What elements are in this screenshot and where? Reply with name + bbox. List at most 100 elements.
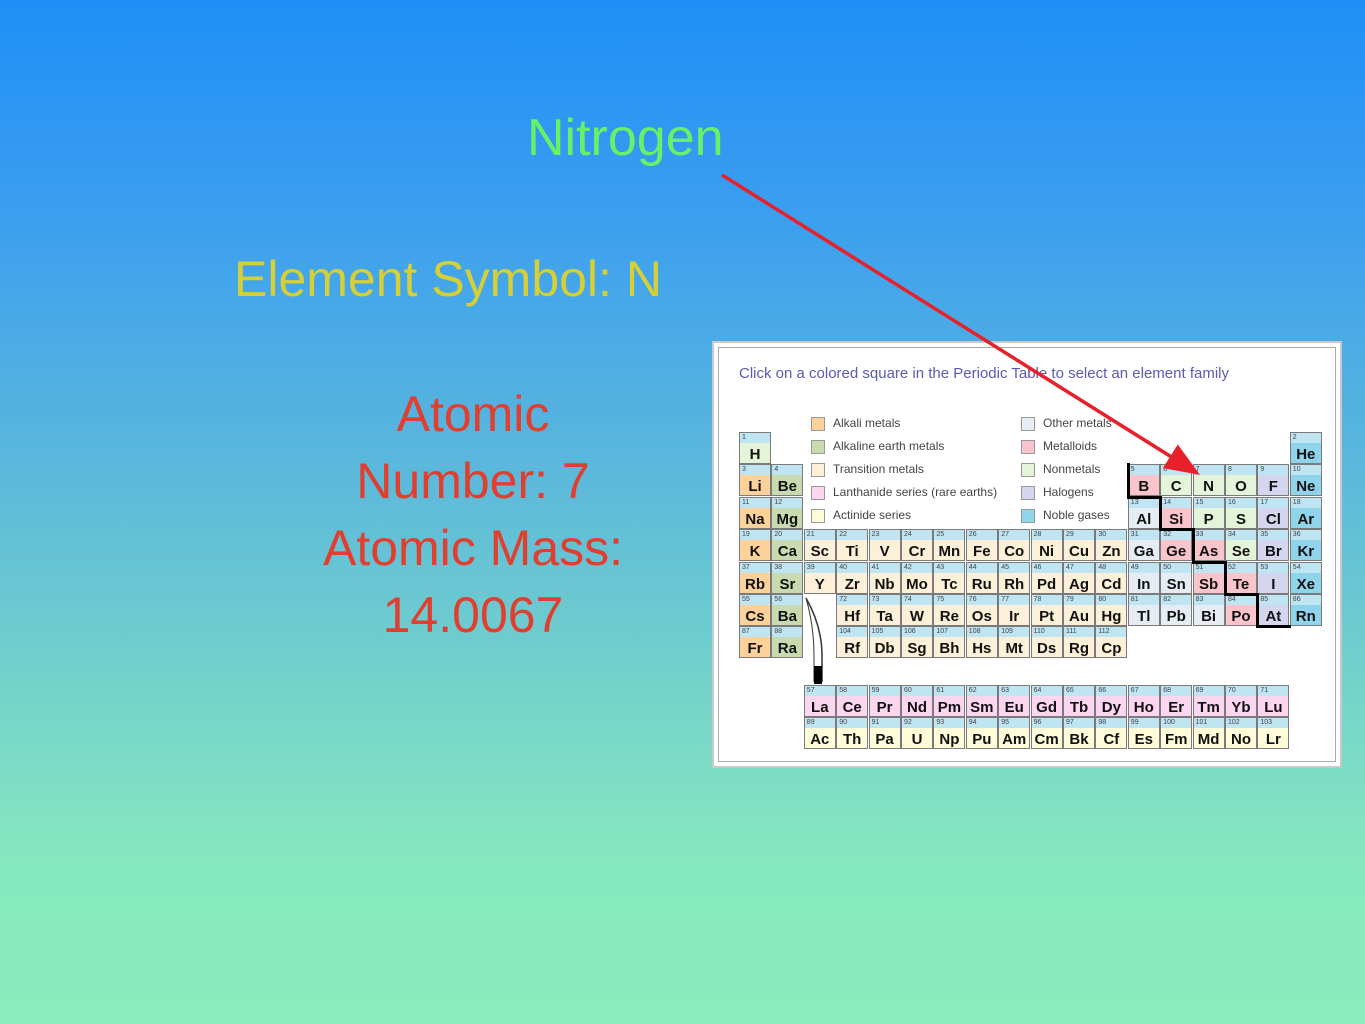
element-cell-ir[interactable]: 77 Ir (998, 594, 1031, 626)
element-cell-gd[interactable]: 64 Gd (1030, 685, 1063, 717)
element-cell-os[interactable]: 76 Os (965, 594, 998, 626)
element-cell-th[interactable]: 90 Th (836, 717, 869, 750)
legend-item-metalloid[interactable]: Metalloids (1021, 438, 1097, 454)
element-cell-br[interactable]: 35 Br (1257, 529, 1290, 562)
element-cell-ar[interactable]: 18 Ar (1289, 496, 1322, 529)
element-cell-f[interactable]: 9F (1257, 464, 1290, 497)
element-cell-o[interactable]: 8O (1225, 464, 1257, 497)
element-cell-es[interactable]: 99 Es (1127, 717, 1160, 750)
element-cell-li[interactable]: 3 Li (739, 464, 771, 497)
element-cell-md[interactable]: 101 Md (1192, 717, 1225, 750)
element-cell-cs[interactable]: 55 Cs (739, 594, 771, 626)
element-cell-hs[interactable]: 108 Hs (965, 626, 998, 659)
element-cell-ti[interactable]: 22 Ti (836, 529, 869, 562)
element-cell-xe[interactable]: 54 Xe (1289, 561, 1322, 594)
element-cell-rg[interactable]: 111 Rg (1063, 626, 1095, 659)
element-cell-w[interactable]: 74 W (901, 594, 933, 626)
element-cell-tm[interactable]: 69 Tm (1192, 685, 1225, 717)
element-cell-ga[interactable]: 31 Ga (1127, 529, 1160, 562)
legend-item-other[interactable]: Other metals (1021, 415, 1112, 431)
element-cell-er[interactable]: 68 Er (1160, 685, 1193, 717)
element-cell-p[interactable]: 15 P (1192, 496, 1225, 529)
legend-item-nonmetal[interactable]: Nonmetals (1021, 461, 1100, 477)
element-cell-n[interactable]: 7N (1192, 464, 1225, 497)
element-cell-he[interactable]: 2 He (1289, 432, 1322, 464)
element-cell-te[interactable]: 52 Te (1225, 561, 1257, 594)
element-cell-pr[interactable]: 59 Pr (868, 685, 901, 717)
legend-item-alkali[interactable]: Alkali metals (811, 415, 900, 431)
element-cell-pb[interactable]: 82 Pb (1160, 594, 1193, 626)
element-cell-pd[interactable]: 46 Pd (1030, 561, 1063, 594)
legend-item-noble[interactable]: Noble gases (1021, 507, 1110, 523)
element-cell-ne[interactable]: 10 Ne (1289, 464, 1322, 497)
element-cell-as[interactable]: 33 As (1192, 529, 1225, 562)
element-cell-au[interactable]: 79 Au (1063, 594, 1095, 626)
element-cell-fr[interactable]: 87 Fr (739, 626, 771, 659)
element-cell-rf[interactable]: 104 Rf (836, 626, 869, 659)
element-cell-lr[interactable]: 103 Lr (1257, 717, 1290, 750)
element-cell-bh[interactable]: 107 Bh (933, 626, 966, 659)
element-cell-co[interactable]: 27 Co (998, 529, 1031, 562)
element-cell-ni[interactable]: 28 Ni (1030, 529, 1063, 562)
legend-item-transition[interactable]: Transition metals (811, 461, 924, 477)
element-cell-tb[interactable]: 65 Tb (1063, 685, 1095, 717)
element-cell-ds[interactable]: 110 Ds (1030, 626, 1063, 659)
element-cell-ho[interactable]: 67 Ho (1127, 685, 1160, 717)
element-cell-lu[interactable]: 71 Lu (1257, 685, 1290, 717)
element-cell-k[interactable]: 19 K (739, 529, 771, 562)
element-cell-hg[interactable]: 80 Hg (1095, 594, 1128, 626)
element-cell-pt[interactable]: 78 Pt (1030, 594, 1063, 626)
legend-item-halogen[interactable]: Halogens (1021, 484, 1094, 500)
element-cell-cr[interactable]: 24 Cr (901, 529, 933, 562)
element-cell-al[interactable]: 13 Al (1127, 496, 1160, 529)
element-cell-sb[interactable]: 51 Sb (1192, 561, 1225, 594)
element-cell-h[interactable]: 1H (739, 432, 771, 464)
element-cell-v[interactable]: 23 V (868, 529, 901, 562)
element-cell-b[interactable]: 5B (1127, 464, 1160, 497)
element-cell-cp[interactable]: 112 Cp (1095, 626, 1128, 659)
element-cell-mo[interactable]: 42 Mo (901, 561, 933, 594)
element-cell-sr[interactable]: 38 Sr (771, 561, 804, 594)
element-cell-cl[interactable]: 17 Cl (1257, 496, 1290, 529)
element-cell-np[interactable]: 93 Np (933, 717, 966, 750)
element-cell-ge[interactable]: 32 Ge (1160, 529, 1193, 562)
legend-item-actin[interactable]: Actinide series (811, 507, 911, 523)
element-cell-na[interactable]: 11 Na (739, 496, 771, 529)
element-cell-ag[interactable]: 47 Ag (1063, 561, 1095, 594)
element-cell-rn[interactable]: 86 Rn (1289, 594, 1322, 626)
element-cell-sg[interactable]: 106 Sg (901, 626, 933, 659)
element-cell-i[interactable]: 53 I (1257, 561, 1290, 594)
element-cell-fe[interactable]: 26 Fe (965, 529, 998, 562)
element-cell-tc[interactable]: 43 Tc (933, 561, 966, 594)
element-cell-nd[interactable]: 60 Nd (901, 685, 933, 717)
element-cell-ba[interactable]: 56 Ba (771, 594, 804, 626)
element-cell-am[interactable]: 95 Am (998, 717, 1031, 750)
element-cell-fm[interactable]: 100 Fm (1160, 717, 1193, 750)
element-cell-ra[interactable]: 88 Ra (771, 626, 804, 659)
element-cell-mg[interactable]: 12 Mg (771, 496, 804, 529)
element-cell-ce[interactable]: 58 Ce (836, 685, 869, 717)
element-cell-sm[interactable]: 62 Sm (965, 685, 998, 717)
element-cell-yb[interactable]: 70 Yb (1225, 685, 1257, 717)
element-cell-mn[interactable]: 25 Mn (933, 529, 966, 562)
element-cell-po[interactable]: 84 Po (1225, 594, 1257, 626)
element-cell-u[interactable]: 92 U (901, 717, 933, 750)
element-cell-ru[interactable]: 44 Ru (965, 561, 998, 594)
element-cell-at[interactable]: 85 At (1257, 594, 1290, 626)
element-cell-cu[interactable]: 29 Cu (1063, 529, 1095, 562)
element-cell-cf[interactable]: 98 Cf (1095, 717, 1128, 750)
element-cell-eu[interactable]: 63 Eu (998, 685, 1031, 717)
element-cell-be[interactable]: 4 Be (771, 464, 804, 497)
element-cell-la[interactable]: 57 La (803, 685, 836, 717)
element-cell-re[interactable]: 75 Re (933, 594, 966, 626)
element-cell-bi[interactable]: 83 Bi (1192, 594, 1225, 626)
element-cell-rh[interactable]: 45 Rh (998, 561, 1031, 594)
element-cell-zr[interactable]: 40 Zr (836, 561, 869, 594)
element-cell-se[interactable]: 34 Se (1225, 529, 1257, 562)
element-cell-hf[interactable]: 72 Hf (836, 594, 869, 626)
element-cell-ca[interactable]: 20 Ca (771, 529, 804, 562)
element-cell-y[interactable]: 39 Y (803, 561, 836, 594)
element-cell-sn[interactable]: 50 Sn (1160, 561, 1193, 594)
element-cell-cd[interactable]: 48 Cd (1095, 561, 1128, 594)
element-cell-pu[interactable]: 94 Pu (965, 717, 998, 750)
